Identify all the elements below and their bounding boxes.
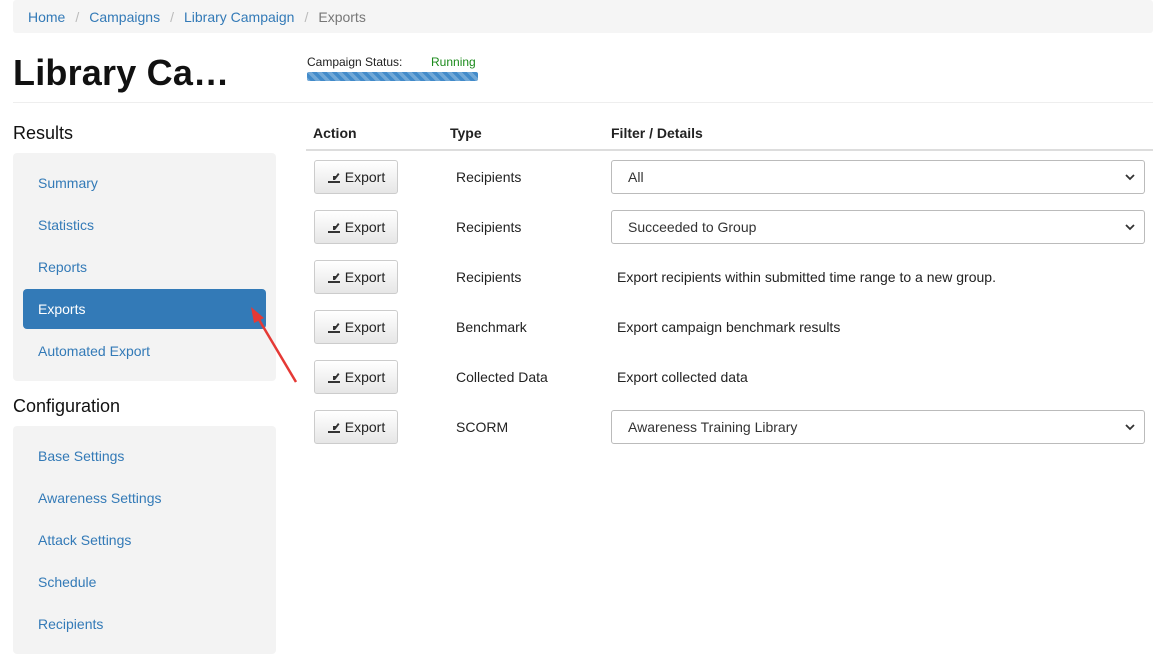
sidebar-item-schedule[interactable]: Schedule: [23, 562, 266, 602]
sidebar-item-recipients[interactable]: Recipients: [23, 604, 266, 644]
column-header-filter: Filter / Details: [611, 125, 703, 141]
breadcrumb: Home / Campaigns / Library Campaign / Ex…: [13, 0, 1153, 33]
row-type: Recipients: [456, 219, 522, 235]
results-nav: Summary Statistics Reports Exports Autom…: [13, 153, 276, 381]
chevron-down-icon: [1125, 224, 1135, 231]
table-row: Export Benchmark Export campaign benchma…: [306, 301, 1153, 351]
row-type: Collected Data: [456, 369, 548, 385]
export-button-label: Export: [344, 319, 386, 335]
export-button-label: Export: [344, 169, 386, 185]
export-recipients-all-button[interactable]: Export: [314, 160, 398, 194]
results-heading: Results: [13, 123, 74, 143]
row-detail: Export recipients within submitted time …: [617, 269, 996, 285]
exports-table: Action Type Filter / Details Export Reci…: [306, 118, 1153, 451]
row-type: Recipients: [456, 169, 522, 185]
sidebar-item-exports[interactable]: Exports: [23, 289, 266, 329]
select-value: Awareness Training Library: [628, 419, 798, 435]
select-value: All: [628, 169, 644, 185]
row-type: SCORM: [456, 419, 509, 435]
campaign-status-label: Campaign Status:: [307, 55, 403, 69]
chevron-down-icon: [1125, 174, 1135, 181]
recipients-filter-select[interactable]: All: [611, 160, 1145, 194]
breadcrumb-separator: /: [170, 8, 174, 25]
table-row: Export Recipients All: [306, 151, 1153, 201]
row-type: Recipients: [456, 269, 522, 285]
sidebar-item-awareness-settings[interactable]: Awareness Settings: [23, 478, 266, 518]
campaign-status-value: Running: [431, 55, 476, 69]
select-value: Succeeded to Group: [628, 219, 757, 235]
export-button-label: Export: [344, 419, 386, 435]
sidebar-item-summary[interactable]: Summary: [23, 163, 266, 203]
export-benchmark-button[interactable]: Export: [314, 310, 398, 344]
export-button-label: Export: [344, 219, 386, 235]
export-scorm-button[interactable]: Export: [314, 410, 398, 444]
column-header-type: Type: [450, 125, 482, 141]
configuration-heading: Configuration: [13, 396, 121, 416]
breadcrumb-current: Exports: [318, 8, 366, 25]
export-button-label: Export: [344, 369, 386, 385]
campaign-status-line: Campaign Status: Running: [307, 55, 479, 70]
table-row: Export Recipients Succeeded to Group: [306, 201, 1153, 251]
table-row: Export SCORM Awareness Training Library: [306, 401, 1153, 451]
breadcrumb-campaigns[interactable]: Campaigns: [89, 9, 160, 25]
sidebar-item-statistics[interactable]: Statistics: [23, 205, 266, 245]
campaign-status: Campaign Status: Running: [307, 55, 479, 81]
group-filter-select[interactable]: Succeeded to Group: [611, 210, 1145, 244]
export-icon: [327, 322, 340, 333]
export-collected-data-button[interactable]: Export: [314, 360, 398, 394]
export-button-label: Export: [344, 269, 386, 285]
scorm-library-select[interactable]: Awareness Training Library: [611, 410, 1145, 444]
breadcrumb-library-campaign[interactable]: Library Campaign: [184, 9, 295, 25]
column-header-action: Action: [313, 125, 357, 141]
sidebar-item-base-settings[interactable]: Base Settings: [23, 436, 266, 476]
configuration-nav: Base Settings Awareness Settings Attack …: [13, 426, 276, 654]
row-detail: Export campaign benchmark results: [617, 319, 841, 335]
breadcrumb-home[interactable]: Home: [28, 9, 65, 25]
table-header: Action Type Filter / Details: [306, 118, 1153, 151]
sidebar-item-automated-export[interactable]: Automated Export: [23, 331, 266, 371]
breadcrumb-separator: /: [75, 8, 80, 25]
sidebar-item-reports[interactable]: Reports: [23, 247, 266, 287]
export-icon: [327, 172, 340, 183]
campaign-progress-bar: [307, 72, 478, 81]
page-title: Library Ca…: [13, 52, 230, 93]
breadcrumb-separator: /: [304, 8, 309, 25]
export-icon: [327, 222, 340, 233]
divider: [13, 102, 1153, 103]
table-row: Export Recipients Export recipients with…: [306, 251, 1153, 301]
table-row: Export Collected Data Export collected d…: [306, 351, 1153, 401]
export-icon: [327, 372, 340, 383]
row-type: Benchmark: [456, 319, 527, 335]
sidebar-item-attack-settings[interactable]: Attack Settings: [23, 520, 266, 560]
export-recipients-time-range-button[interactable]: Export: [314, 260, 398, 294]
row-detail: Export collected data: [617, 369, 748, 385]
export-icon: [327, 422, 340, 433]
export-icon: [327, 272, 340, 283]
chevron-down-icon: [1125, 424, 1135, 431]
export-recipients-group-button[interactable]: Export: [314, 210, 398, 244]
